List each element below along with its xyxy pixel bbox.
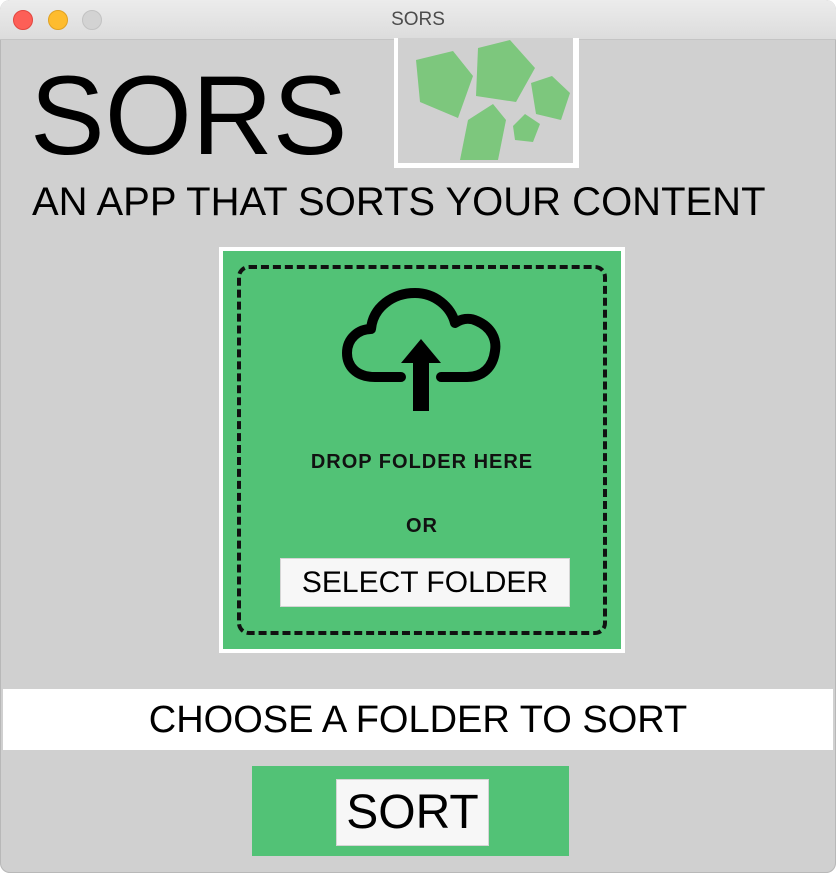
select-folder-button[interactable]: SELECT FOLDER — [280, 558, 570, 607]
app-title: SORS — [30, 53, 348, 178]
status-bar: CHOOSE A FOLDER TO SORT — [3, 689, 833, 750]
title-bar: SORS — [0, 0, 836, 40]
status-message: CHOOSE A FOLDER TO SORT — [148, 699, 688, 741]
or-label: OR — [406, 515, 438, 537]
tagline: AN APP THAT SORTS YOUR CONTENT — [32, 180, 766, 224]
sort-button[interactable]: SORT — [336, 779, 489, 846]
logo-frame — [394, 38, 579, 168]
cloud-upload-icon — [335, 283, 505, 413]
drop-zone[interactable]: DROP FOLDER HERE OR SELECT FOLDER — [219, 247, 625, 653]
drop-folder-label: DROP FOLDER HERE — [310, 451, 534, 473]
app-window: SORS SORS AN APP THAT SORTS YOUR CONTENT — [0, 0, 836, 873]
drop-zone-area: DROP FOLDER HERE OR SELECT FOLDER — [223, 251, 621, 649]
sort-button-area: SORT — [252, 766, 569, 856]
pentagons-logo-icon — [398, 38, 573, 163]
window-title: SORS — [391, 9, 445, 30]
